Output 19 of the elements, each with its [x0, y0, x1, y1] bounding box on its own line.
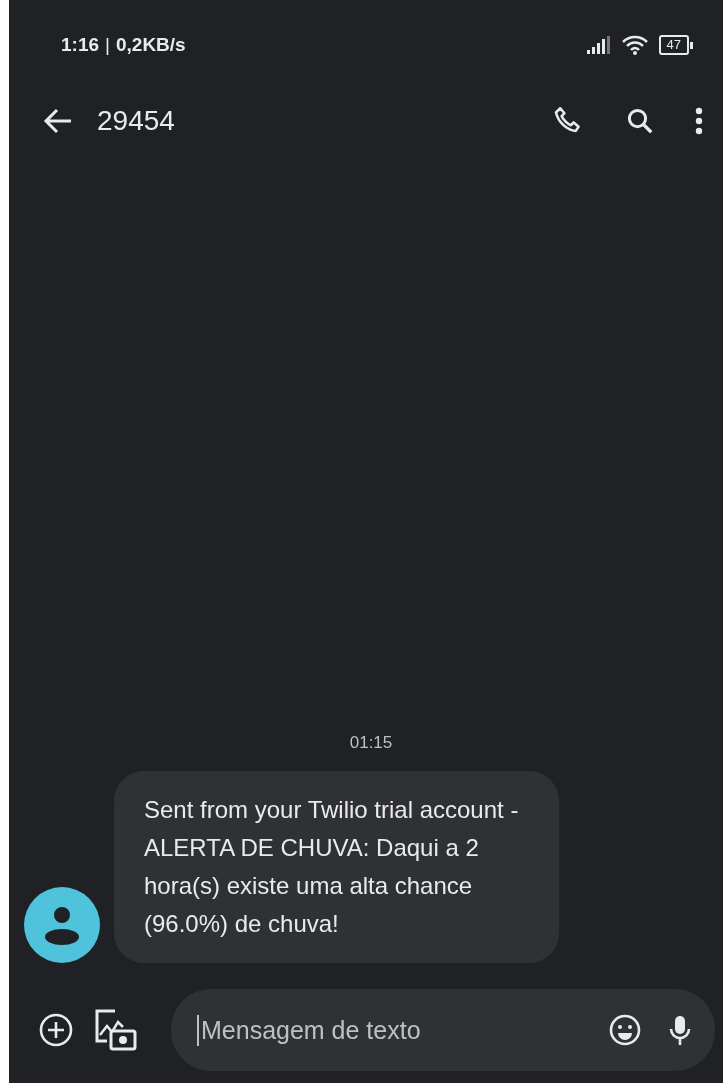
search-icon[interactable]	[625, 106, 655, 136]
clock: 1:16	[61, 34, 100, 56]
signal-icon	[586, 36, 611, 54]
conversation-title: 29454	[97, 105, 175, 137]
network-speed: 0,2KB/s	[115, 34, 186, 56]
message-bubble: Sent from your Twilio trial account - ALERTA DE CHUVA: Daqui a 2 hora(s) existe uma alta chance (96.0%) de chuva!	[114, 771, 559, 963]
gallery-camera-icon[interactable]	[93, 1007, 139, 1053]
message-field[interactable]: Mensagem de texto	[171, 989, 715, 1071]
add-icon[interactable]	[39, 1013, 73, 1047]
back-button[interactable]	[43, 108, 73, 134]
battery-level: 47	[658, 35, 689, 55]
microphone-icon[interactable]	[669, 1014, 691, 1046]
message-timestamp: 01:15	[348, 733, 394, 753]
emoji-icon[interactable]	[609, 1014, 641, 1046]
wifi-icon	[620, 34, 649, 56]
more-options-icon[interactable]	[695, 107, 703, 135]
avatar-icon	[24, 887, 100, 963]
separator: |	[105, 34, 110, 56]
message-input-field[interactable]: Mensagem de texto	[197, 1014, 581, 1046]
